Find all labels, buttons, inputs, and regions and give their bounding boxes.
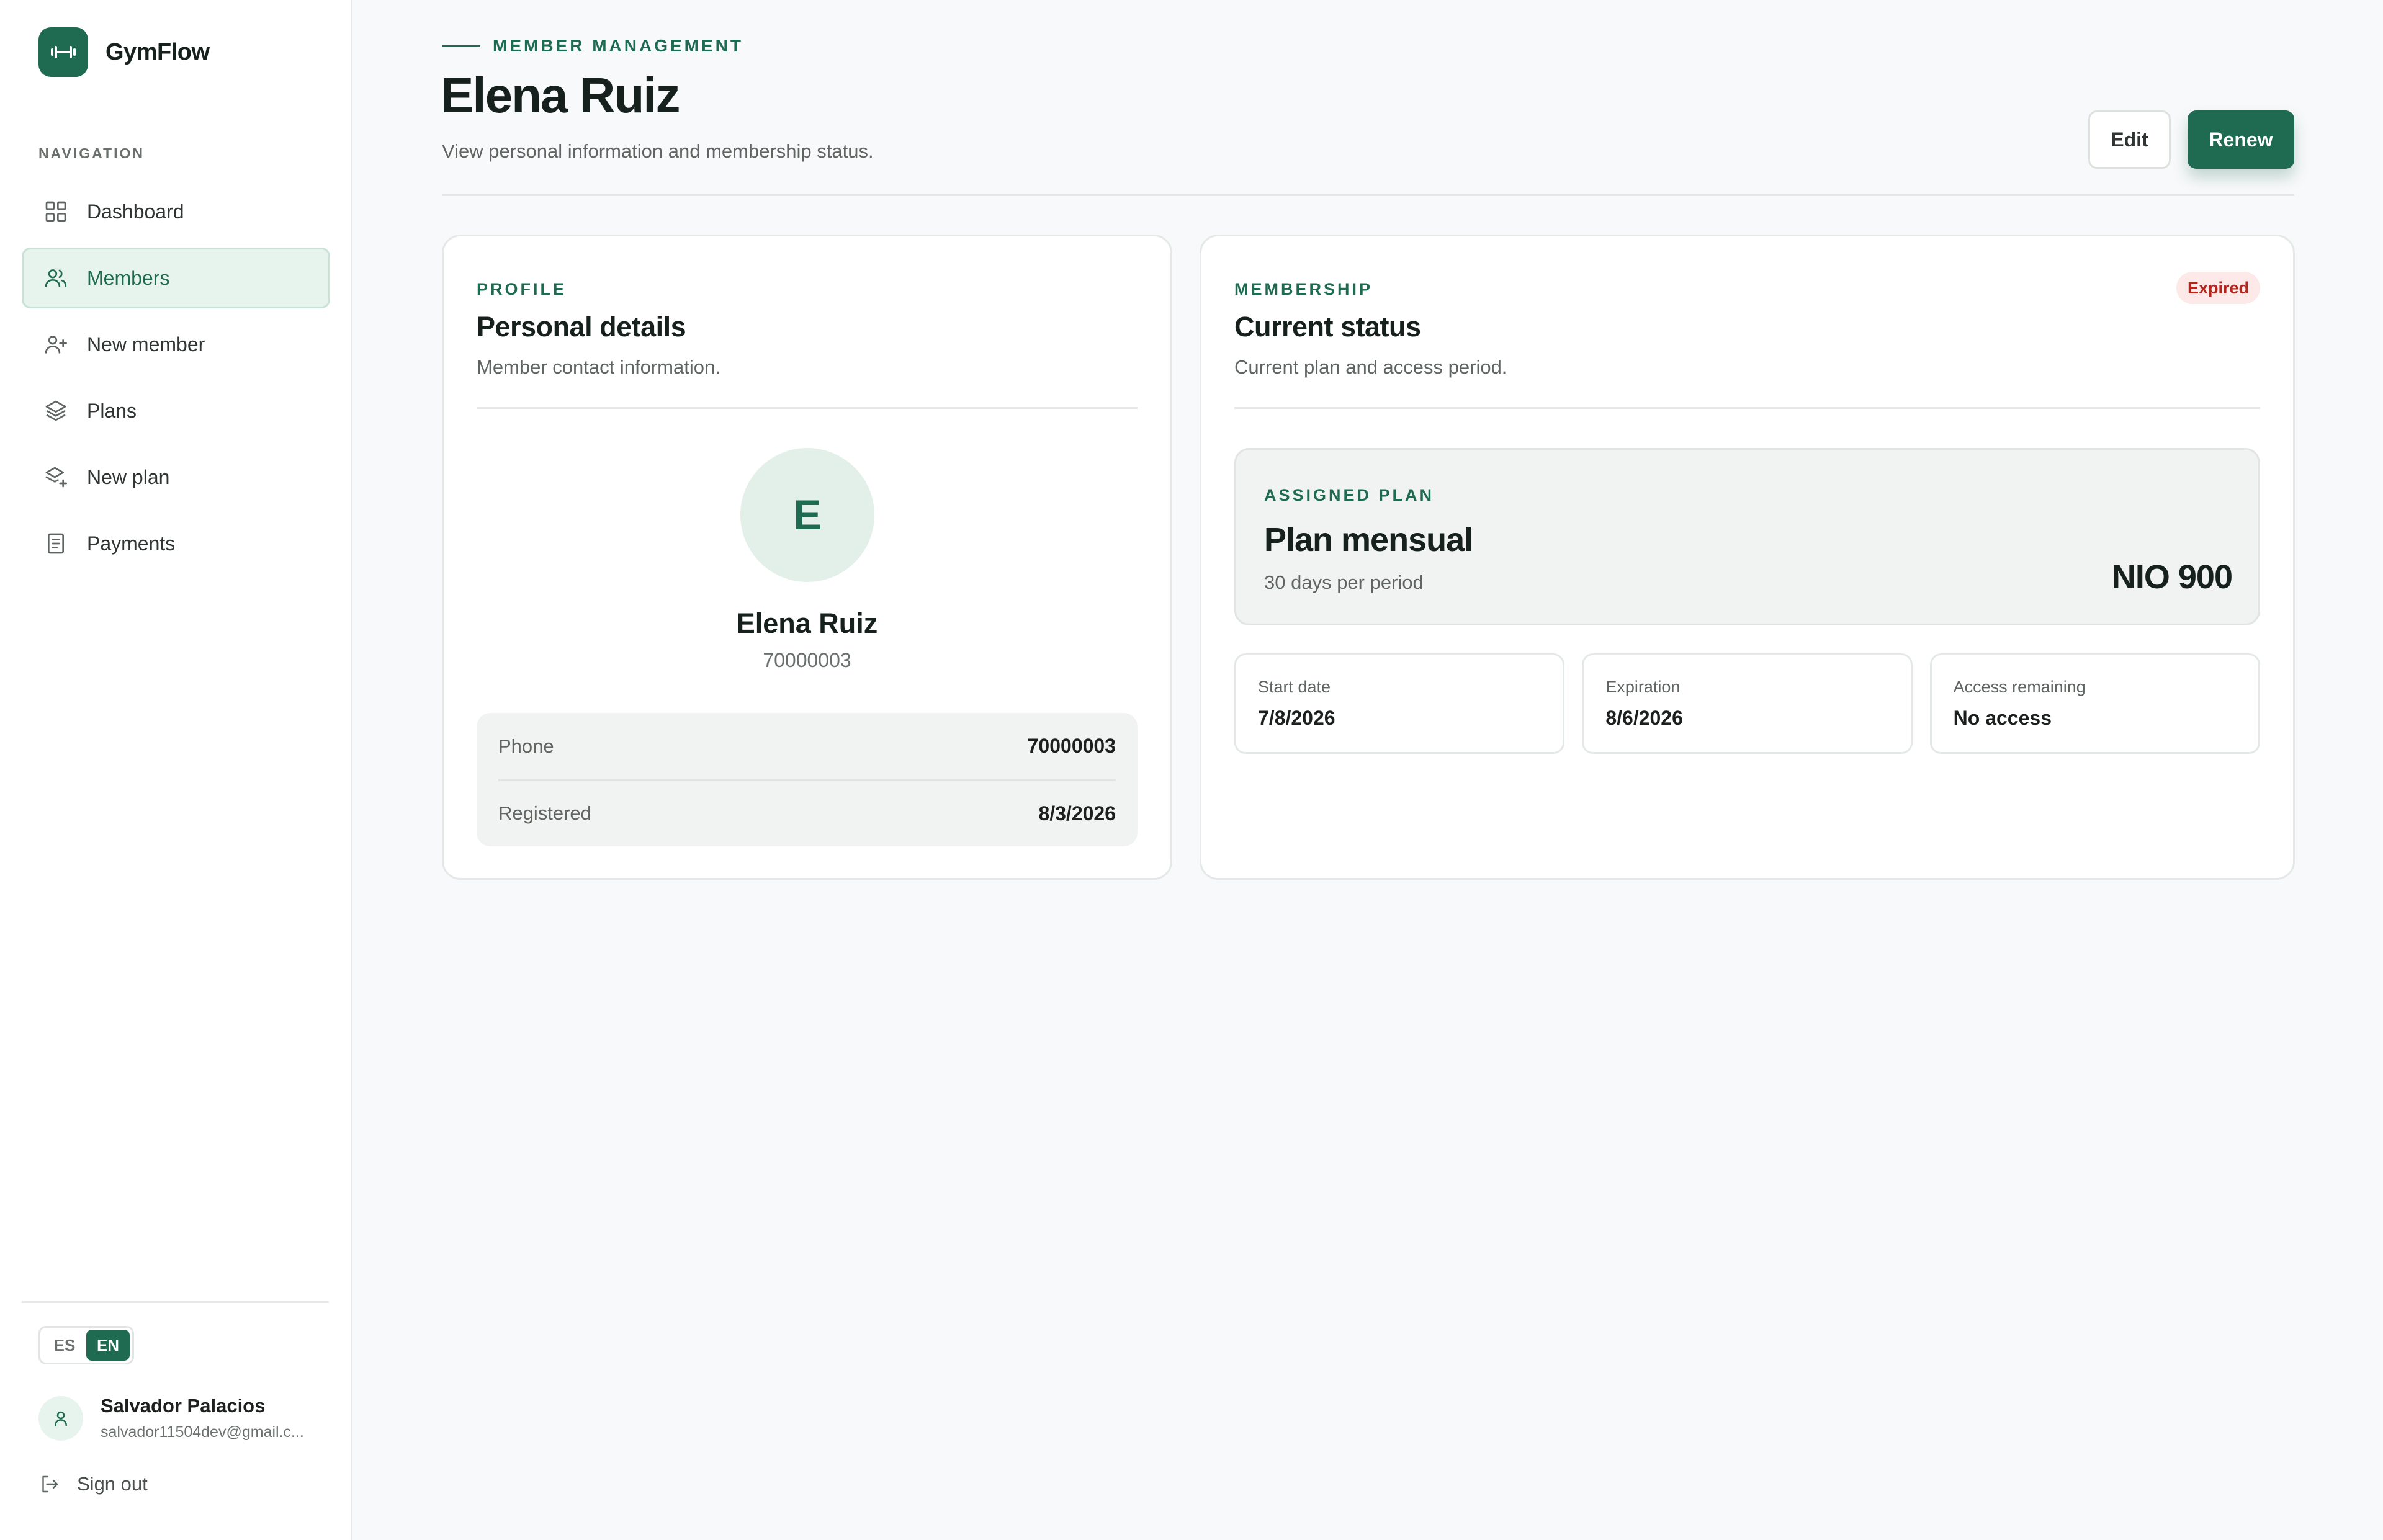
stat-value: 7/8/2026 — [1258, 707, 1335, 729]
sidebar-item-plans[interactable]: Plans — [22, 380, 330, 441]
page-subtitle: View personal information and membership… — [442, 140, 874, 162]
card-eyebrow: MEMBERSHIP — [1234, 280, 1373, 298]
sign-out-icon — [42, 1475, 58, 1493]
stat-value: 8/6/2026 — [1605, 707, 1683, 729]
layers-plus-icon — [42, 463, 70, 491]
language-en-button[interactable]: EN — [86, 1330, 130, 1361]
sidebar-item-label: New plan — [87, 465, 170, 488]
sidebar-item-new-plan[interactable]: New plan — [22, 447, 330, 508]
eyebrow-line — [442, 45, 480, 47]
detail-row-phone: Phone 70000003 — [498, 713, 1116, 779]
sidebar-divider — [22, 1301, 329, 1303]
card-divider — [1234, 407, 2260, 409]
detail-value: 70000003 — [1027, 735, 1116, 757]
users-icon — [42, 264, 70, 292]
sidebar-item-payments[interactable]: Payments — [22, 513, 330, 574]
edit-button[interactable]: Edit — [2088, 110, 2171, 169]
dumbbell-icon — [38, 27, 88, 77]
card-title: Personal details — [477, 311, 686, 342]
plan-period: 30 days per period — [1264, 571, 1424, 593]
sidebar-item-label: Dashboard — [87, 200, 184, 223]
nav-heading: NAVIGATION — [38, 145, 145, 161]
card-divider — [477, 407, 1138, 409]
user-email: salvador11504dev@gmail.c... — [101, 1423, 304, 1441]
card-eyebrow: PROFILE — [477, 280, 567, 298]
sidebar-item-members[interactable]: Members — [22, 248, 330, 308]
member-name: Elena Ruiz — [736, 607, 878, 639]
grid-icon — [42, 198, 70, 225]
page-title: Elena Ruiz — [441, 68, 681, 123]
receipt-icon — [42, 530, 70, 557]
status-badge: Expired — [2176, 272, 2260, 304]
plan-eyebrow: ASSIGNED PLAN — [1264, 486, 1435, 504]
stat-start-date: Start date 7/8/2026 — [1234, 653, 1565, 754]
app-name: GymFlow — [105, 38, 210, 65]
sidebar-item-label: Members — [87, 266, 170, 289]
plan-name: Plan mensual — [1264, 521, 1473, 558]
section-eyebrow: MEMBER MANAGEMENT — [442, 36, 743, 56]
card-description: Member contact information. — [477, 356, 720, 378]
sidebar-item-label: New member — [87, 333, 205, 356]
card-description: Current plan and access period. — [1234, 356, 1507, 378]
sidebar-item-label: Plans — [87, 399, 137, 422]
stat-expiration: Expiration 8/6/2026 — [1582, 653, 1913, 754]
sidebar-nav: Dashboard Members New member Plans New p… — [22, 181, 330, 580]
user-name: Salvador Palacios — [101, 1395, 266, 1417]
user-info: Salvador Palacios salvador11504dev@gmail… — [101, 1395, 318, 1441]
plan-price: NIO 900 — [2111, 558, 2233, 596]
stat-value: No access — [1953, 707, 2052, 729]
stat-label: Start date — [1258, 678, 1331, 696]
language-toggle: ES EN — [38, 1326, 134, 1364]
membership-stats: Start date 7/8/2026 Expiration 8/6/2026 … — [1234, 653, 2260, 754]
user-plus-icon — [42, 331, 70, 358]
language-es-button[interactable]: ES — [43, 1330, 86, 1361]
sidebar-item-dashboard[interactable]: Dashboard — [22, 181, 330, 242]
detail-label: Phone — [498, 735, 554, 757]
renew-button[interactable]: Renew — [2188, 110, 2294, 169]
membership-card: MEMBERSHIP Expired Current status Curren… — [1200, 235, 2295, 880]
sign-out-button[interactable]: Sign out — [38, 1473, 148, 1495]
header-divider — [442, 194, 2294, 196]
layers-icon — [42, 397, 70, 424]
detail-value: 8/3/2026 — [1038, 802, 1116, 825]
sign-out-label: Sign out — [77, 1473, 148, 1495]
header-actions: Edit Renew — [2088, 110, 2294, 169]
contact-details: Phone 70000003 Registered 8/3/2026 — [477, 713, 1138, 846]
sidebar-item-label: Payments — [87, 532, 176, 555]
eyebrow-text: MEMBER MANAGEMENT — [493, 36, 743, 55]
stat-label: Expiration — [1605, 678, 1681, 696]
stat-access-remaining: Access remaining No access — [1929, 653, 2260, 754]
user-icon — [38, 1395, 83, 1441]
app: GymFlow NAVIGATION Dashboard Members New… — [0, 0, 2383, 1540]
sidebar: GymFlow NAVIGATION Dashboard Members New… — [0, 0, 352, 1540]
brand[interactable]: GymFlow — [38, 27, 210, 77]
member-avatar: E — [740, 448, 874, 582]
member-id: 70000003 — [763, 649, 851, 671]
user-profile[interactable]: Salvador Palacios salvador11504dev@gmail… — [38, 1395, 318, 1441]
stat-label: Access remaining — [1953, 678, 2086, 696]
detail-label: Registered — [498, 802, 591, 824]
profile-card: PROFILE Personal details Member contact … — [442, 235, 1172, 880]
sidebar-item-new-member[interactable]: New member — [22, 314, 330, 375]
detail-row-registered: Registered 8/3/2026 — [498, 779, 1116, 846]
card-title: Current status — [1234, 311, 1421, 342]
assigned-plan: ASSIGNED PLAN Plan mensual 30 days per p… — [1234, 448, 2260, 625]
main-content: MEMBER MANAGEMENT Elena Ruiz View person… — [352, 0, 2383, 1540]
